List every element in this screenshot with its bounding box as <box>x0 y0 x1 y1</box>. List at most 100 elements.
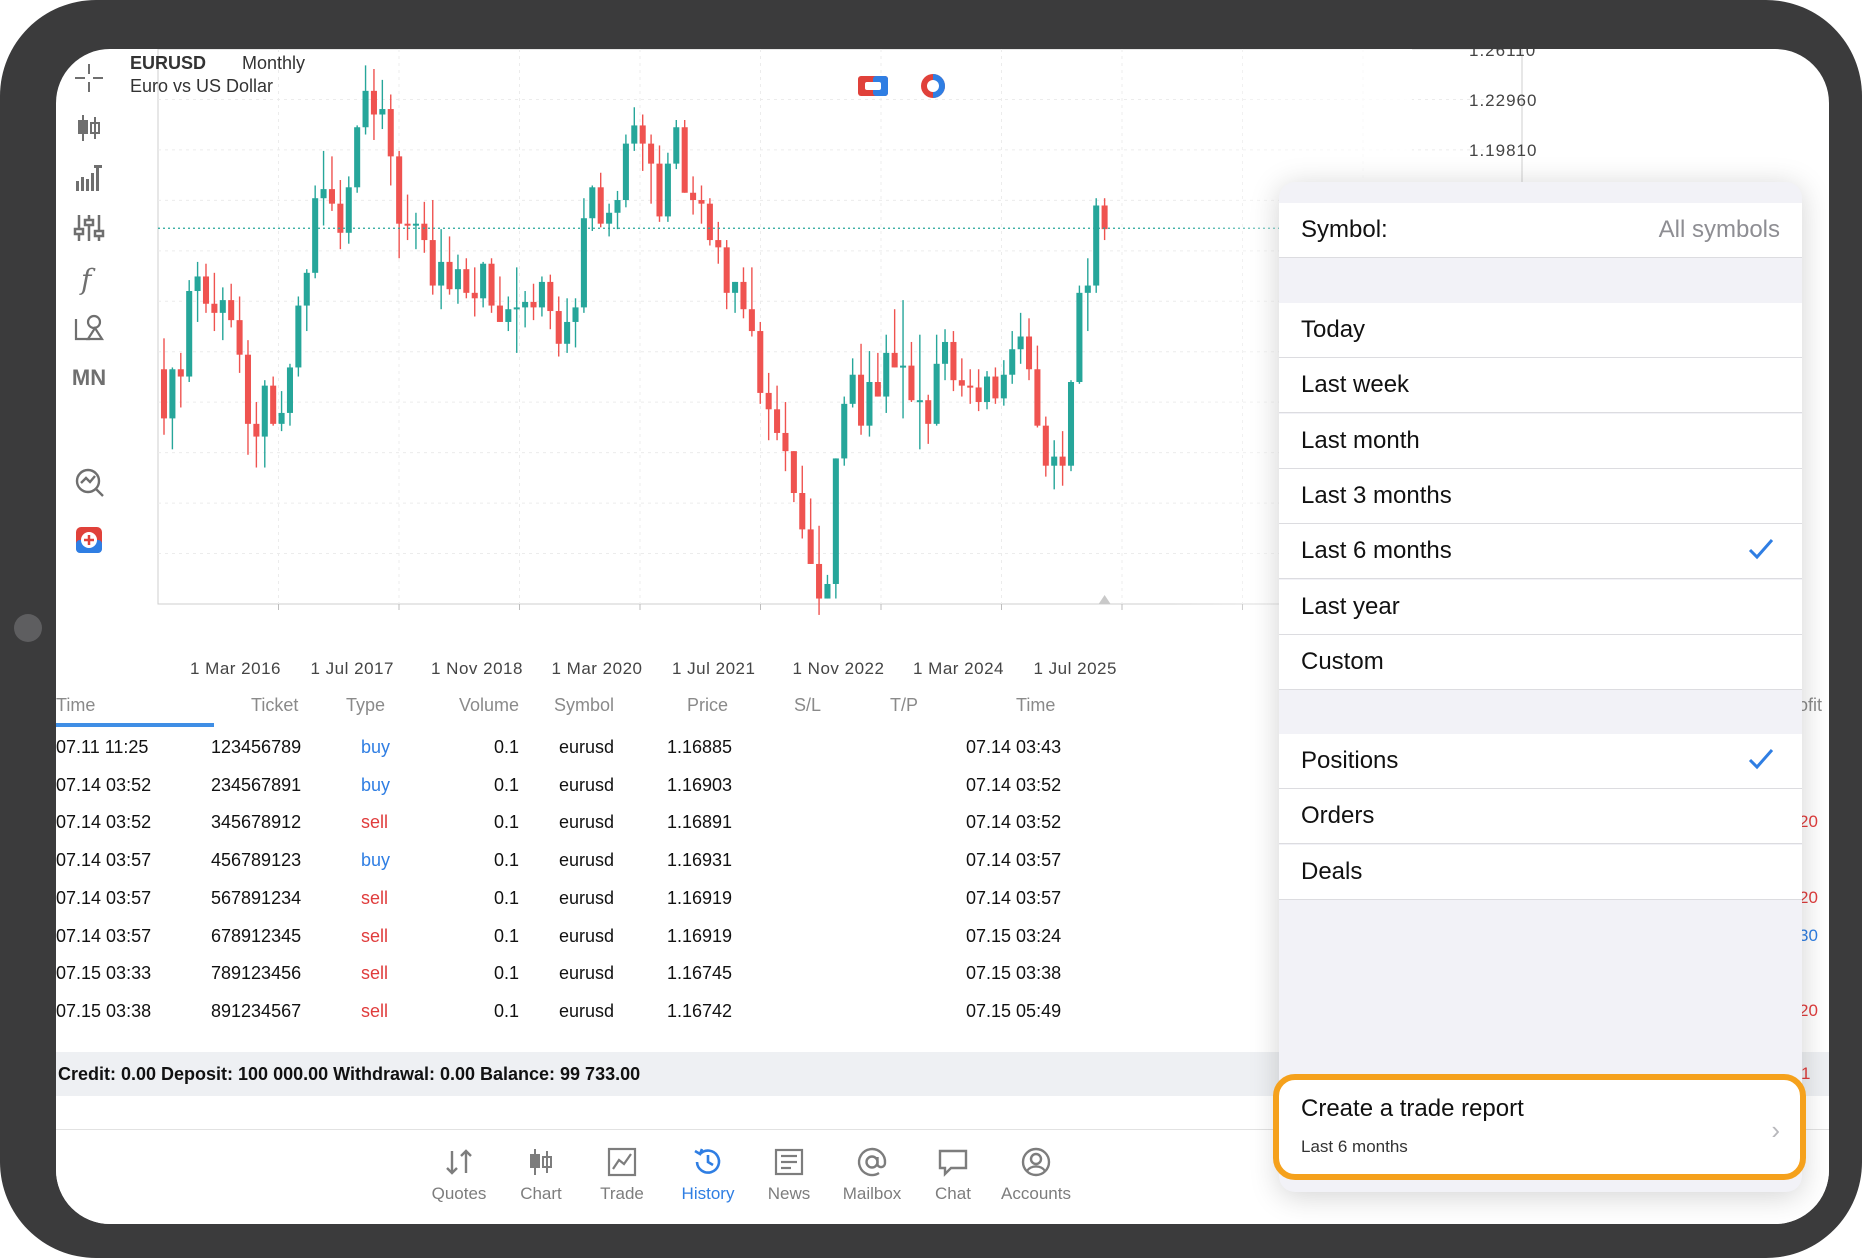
candle-body <box>1084 285 1091 293</box>
candle-body <box>706 203 713 241</box>
cell-price: 1.16885 <box>667 737 733 757</box>
cell-price: 1.16919 <box>667 925 733 946</box>
checkmark-icon <box>1746 534 1776 564</box>
candle-body <box>580 218 587 308</box>
period-custom[interactable]: Custom <box>1279 634 1802 690</box>
crosshair-icon[interactable] <box>64 55 114 101</box>
option-label: Last 6 months <box>1301 537 1452 565</box>
period-today[interactable]: Today <box>1279 303 1802 358</box>
period-last-year[interactable]: Last year <box>1279 579 1802 635</box>
cell-ticket: 891234567 <box>211 1000 302 1021</box>
cell-volume: 0.1 <box>494 774 520 795</box>
column-header-volume[interactable]: Volume <box>459 695 519 716</box>
tab-label: Mailbox <box>842 1184 902 1203</box>
candle-body <box>202 276 210 304</box>
period-last-6-months[interactable]: Last 6 months <box>1279 524 1802 580</box>
tab-mailbox[interactable]: Mailbox <box>827 1142 917 1204</box>
candle-body <box>639 125 646 144</box>
indicators-icon[interactable]: f <box>64 255 114 301</box>
tab-chat[interactable]: Chat <box>908 1142 998 1204</box>
column-header-sl[interactable]: S/L <box>794 695 821 716</box>
trading-signals-icon[interactable] <box>64 459 114 505</box>
cell-price: 1.16742 <box>667 1000 733 1021</box>
candle-body <box>286 367 293 413</box>
chart-symbol[interactable]: EURUSD <box>130 53 206 74</box>
tab-accounts[interactable]: Accounts <box>991 1142 1081 1204</box>
candle-body <box>320 189 327 199</box>
candle-body <box>824 583 831 599</box>
candle-body <box>387 109 394 157</box>
cell-close-time: 07.15 03:38 <box>966 963 1062 984</box>
column-header-time[interactable]: Time <box>56 695 95 716</box>
candle-body <box>732 281 739 293</box>
cell-symbol: eurusd <box>559 774 615 795</box>
candle-body <box>950 341 957 381</box>
candle-body <box>219 300 226 313</box>
candle-body <box>429 240 436 286</box>
candle-body <box>211 303 218 313</box>
one-click-trading-icon[interactable] <box>64 517 114 563</box>
x-tick-label: 1 Jul 2017 <box>310 659 394 678</box>
mode-deals[interactable]: Deals <box>1279 844 1802 900</box>
symbol-value: All symbols <box>1658 216 1780 243</box>
column-header-type[interactable]: Type <box>346 695 385 716</box>
column-header-price[interactable]: Price <box>687 695 728 716</box>
candle-body <box>748 309 755 332</box>
period-last-week[interactable]: Last week <box>1279 358 1802 414</box>
tab-history[interactable]: History <box>663 1142 753 1204</box>
mode-orders[interactable]: Orders <box>1279 789 1802 845</box>
candle-body <box>454 269 461 290</box>
x-tick-label: 1 Mar 2024 <box>913 659 1004 678</box>
volumes-icon[interactable] <box>64 155 114 201</box>
candle-body <box>354 127 361 188</box>
tab-chart[interactable]: Chart <box>496 1142 586 1204</box>
cell-ticket: 234567891 <box>211 774 302 795</box>
y-tick-label: 1.22960 <box>1469 91 1538 110</box>
trade-panel-icon[interactable] <box>856 71 890 101</box>
tab-quotes[interactable]: Quotes <box>414 1142 504 1204</box>
column-header-close-time[interactable]: Time <box>1016 695 1055 716</box>
objects-icon[interactable] <box>64 305 114 351</box>
column-header-symbol[interactable]: Symbol <box>554 695 614 716</box>
accounts-icon <box>991 1142 1081 1182</box>
period-last-month[interactable]: Last month <box>1279 413 1802 469</box>
candle-body <box>564 321 571 344</box>
candle-body <box>446 261 453 290</box>
candle-body <box>631 125 638 144</box>
candle-body <box>261 385 268 437</box>
candle-body <box>648 143 655 164</box>
candles-icon[interactable] <box>64 105 114 151</box>
cell-symbol: eurusd <box>559 925 615 946</box>
candle-body <box>1093 205 1100 286</box>
symbol-filter-row[interactable]: Symbol: All symbols <box>1279 203 1802 258</box>
candle-body <box>900 365 907 368</box>
cell-ticket: 345678912 <box>211 812 302 833</box>
tab-trade[interactable]: Trade <box>577 1142 667 1204</box>
cell-volume: 0.1 <box>494 963 520 984</box>
column-header-ticket[interactable]: Ticket <box>251 695 298 716</box>
cell-volume: 0.1 <box>494 887 520 908</box>
candle-body <box>421 223 428 241</box>
settings-sliders-icon[interactable] <box>64 205 114 251</box>
timeframe-button[interactable]: MN <box>64 355 114 401</box>
option-label: Last 3 months <box>1301 481 1452 509</box>
cell-price: 1.16931 <box>667 850 733 871</box>
cell-close-time: 07.14 03:43 <box>966 737 1062 757</box>
summary-edge: 1 <box>1801 1064 1811 1083</box>
period-last-3-months[interactable]: Last 3 months <box>1279 468 1802 524</box>
candle-body <box>303 272 310 306</box>
candle-body <box>723 247 730 293</box>
candle-body <box>858 374 865 426</box>
candle-body <box>925 400 932 424</box>
cell-type: sell <box>361 887 389 908</box>
depth-of-market-icon[interactable] <box>916 71 950 101</box>
cell-ticket: 678912345 <box>211 925 302 946</box>
candle-body <box>715 240 722 248</box>
chat-icon <box>908 1142 998 1182</box>
tab-news[interactable]: News <box>744 1142 834 1204</box>
column-header-tp[interactable]: T/P <box>890 695 918 716</box>
candle-body <box>908 365 915 401</box>
mode-positions[interactable]: Positions <box>1279 734 1802 789</box>
cell-time: 07.14 03:57 <box>56 850 152 871</box>
y-tick-label: 1.19810 <box>1469 141 1538 160</box>
